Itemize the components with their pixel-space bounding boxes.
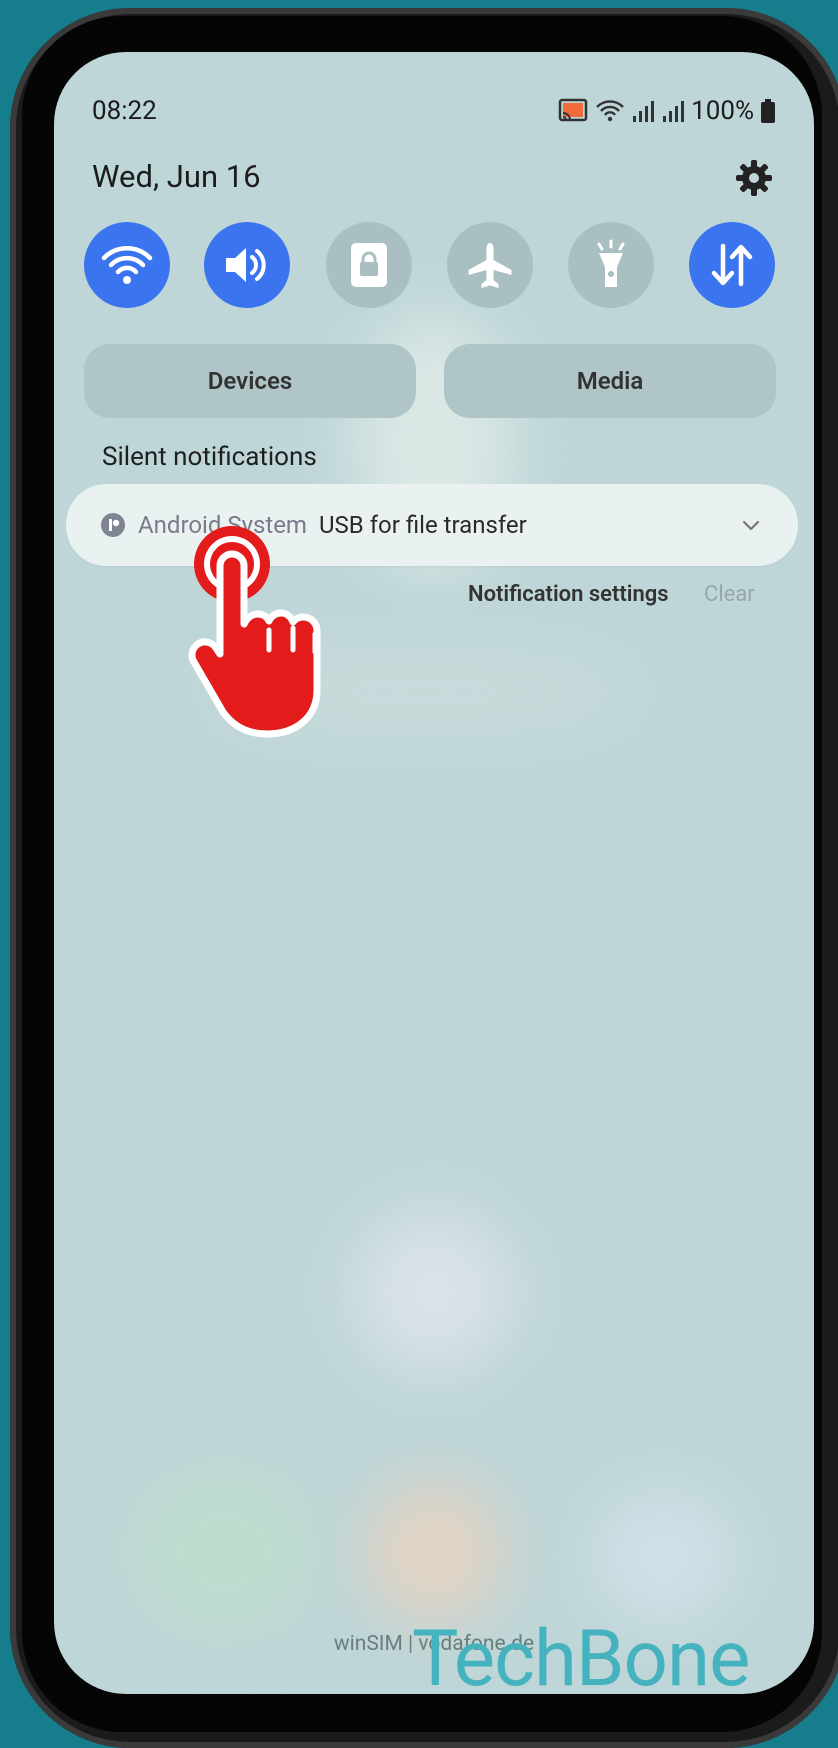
speaker-icon (226, 248, 266, 282)
notification-panel: 08:22 100% Wed, Jun 16 Devices Media Sil… (54, 52, 814, 1694)
android-system-icon (101, 513, 125, 537)
tap-pointer-icon (188, 526, 321, 738)
wifi-icon (101, 246, 153, 284)
gear-icon[interactable] (734, 158, 774, 198)
techbone-watermark: TechBone (412, 1614, 750, 1705)
signal-icon (663, 101, 685, 122)
notification-settings-button[interactable]: Notification settings (468, 582, 669, 607)
status-bar: 08:22 100% (92, 96, 776, 136)
screen-lock-toggle[interactable] (326, 222, 412, 308)
flashlight-toggle[interactable] (568, 222, 654, 308)
data-transfer-icon (711, 243, 753, 287)
airplane-icon (468, 243, 512, 288)
devices-button[interactable]: Devices (84, 344, 416, 418)
airplane-toggle[interactable] (447, 222, 533, 308)
wifi-toggle[interactable] (84, 222, 170, 308)
mobile-data-toggle[interactable] (689, 222, 775, 308)
usb-notification[interactable]: Android System USB for file transfer (66, 484, 798, 566)
cast-icon (558, 98, 588, 122)
sound-toggle[interactable] (204, 222, 290, 308)
media-button[interactable]: Media (444, 344, 776, 418)
lock-rotation-icon (351, 243, 387, 287)
date-label: Wed, Jun 16 (92, 158, 261, 195)
signal-icon (633, 101, 655, 122)
background-glow (594, 1492, 734, 1622)
battery-icon (761, 99, 775, 123)
notification-title: USB for file transfer (318, 511, 527, 539)
flashlight-icon (597, 239, 625, 287)
background-glow (134, 1472, 314, 1632)
wifi-status-icon (596, 100, 624, 122)
background-glow (364, 1482, 504, 1622)
chevron-down-icon[interactable] (738, 512, 764, 538)
clear-button[interactable]: Clear (704, 582, 755, 607)
silent-notifications-header: Silent notifications (102, 442, 317, 472)
battery-percent: 100% (691, 96, 754, 126)
background-glow (354, 1212, 514, 1372)
status-icons: 100% (557, 96, 776, 126)
status-time: 08:22 (92, 96, 157, 126)
